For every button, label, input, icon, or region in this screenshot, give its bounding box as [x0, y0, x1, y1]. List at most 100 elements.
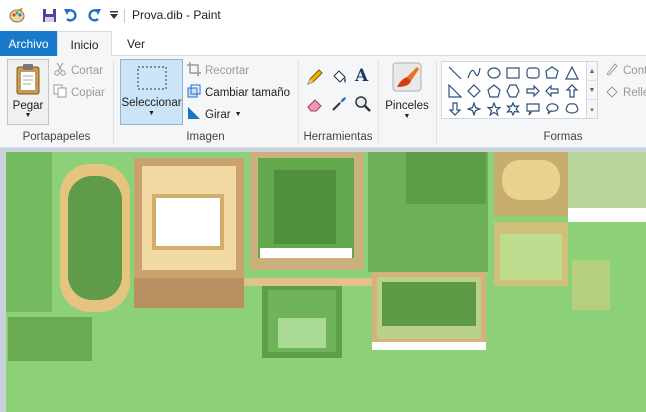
pencil-icon[interactable]	[306, 68, 324, 86]
rectangle-shape-icon[interactable]	[504, 64, 524, 82]
tab-archivo[interactable]: Archivo	[0, 31, 57, 56]
six-point-star-shape-icon[interactable]	[504, 100, 524, 118]
pixel-art-hedge-row	[8, 317, 92, 361]
polygon-shape-icon[interactable]	[543, 64, 563, 82]
drawing-canvas[interactable]	[6, 152, 646, 412]
select-button[interactable]: Seleccionar ▼	[120, 59, 183, 125]
select-label: Seleccionar	[121, 97, 182, 109]
paste-button[interactable]: Pegar ▼	[7, 59, 49, 125]
curve-shape-icon[interactable]	[465, 64, 485, 82]
rounded-rectangle-shape-icon[interactable]	[523, 64, 543, 82]
paste-label: Pegar	[12, 100, 44, 112]
copy-button[interactable]: Copiar	[53, 84, 105, 101]
pixel-art-path	[244, 278, 372, 286]
pixel-art-building-base	[134, 278, 244, 308]
clipboard-icon	[14, 63, 42, 98]
eraser-icon[interactable]	[306, 95, 324, 113]
chevron-down-icon: ▼	[24, 112, 32, 119]
shapes-grid	[445, 64, 582, 118]
chevron-down-icon: ▼	[403, 113, 411, 120]
quick-access-separator	[124, 9, 125, 23]
group-label-clipboard: Portapapeles	[22, 131, 91, 143]
pixel-art-striped-plot-inner	[500, 234, 562, 280]
rectangle-callout-shape-icon[interactable]	[523, 100, 543, 118]
left-arrow-shape-icon[interactable]	[543, 82, 563, 100]
resize-button[interactable]: Cambiar tamaño	[187, 84, 290, 101]
rotate-button[interactable]: Girar ▼	[187, 106, 242, 123]
rotate-label: Girar	[205, 108, 231, 121]
pixel-art-white-strip	[260, 248, 352, 258]
pixel-art-white-base	[372, 342, 486, 350]
resize-label: Cambiar tamaño	[205, 86, 291, 99]
up-arrow-shape-icon[interactable]	[562, 82, 582, 100]
scroll-up-icon[interactable]: ▲	[587, 62, 597, 81]
group-separator	[378, 60, 379, 144]
pixel-art-dense-garden-block	[406, 152, 486, 204]
fill-bucket-icon[interactable]	[330, 68, 348, 86]
redo-icon[interactable]	[86, 7, 102, 23]
save-icon[interactable]	[41, 7, 57, 23]
oval-callout-shape-icon[interactable]	[543, 100, 563, 118]
pixel-art-lower-court-grass	[382, 282, 476, 326]
color-picker-icon[interactable]	[330, 95, 348, 113]
four-point-star-shape-icon[interactable]	[465, 100, 485, 118]
pixel-art-corner-white	[568, 208, 646, 222]
chevron-down-icon: ▼	[234, 111, 242, 118]
pixel-art-small-plot	[572, 260, 610, 310]
brushes-label: Pinceles	[385, 100, 429, 112]
customize-dropdown-icon[interactable]	[106, 7, 122, 23]
rotate-icon	[187, 106, 201, 123]
resize-icon	[187, 84, 201, 101]
tab-inicio[interactable]: Inicio	[57, 31, 112, 57]
group-label-shapes: Formas	[543, 131, 583, 143]
selection-rect-icon	[137, 66, 167, 93]
outline-button[interactable]: Contorno	[605, 62, 646, 79]
pentagon-shape-icon[interactable]	[484, 82, 504, 100]
magnifier-icon[interactable]	[354, 95, 372, 113]
pixel-art-garden-oval-inner	[68, 176, 122, 300]
down-arrow-shape-icon[interactable]	[445, 100, 465, 118]
right-triangle-shape-icon[interactable]	[445, 82, 465, 100]
scissors-icon	[53, 62, 67, 79]
copy-icon	[53, 84, 67, 101]
crop-icon	[187, 62, 201, 79]
oval-shape-icon[interactable]	[484, 64, 504, 82]
line-shape-icon[interactable]	[445, 64, 465, 82]
triangle-shape-icon[interactable]	[562, 64, 582, 82]
hexagon-shape-icon[interactable]	[504, 82, 524, 100]
pixel-art-oval-plot-inner	[502, 160, 560, 200]
right-arrow-shape-icon[interactable]	[523, 82, 543, 100]
scroll-down-icon[interactable]: ▼	[587, 81, 597, 100]
window-title: Prova.dib - Paint	[132, 8, 221, 22]
fill-button[interactable]: Relleno	[605, 84, 646, 101]
pixel-art-building-windows	[152, 194, 224, 250]
cut-button[interactable]: Cortar	[53, 62, 103, 79]
shapes-gallery-scroll[interactable]: ▲ ▼ ▾	[587, 61, 598, 119]
brush-icon	[391, 61, 423, 96]
pixel-art-court-light	[278, 318, 326, 348]
outline-icon	[605, 62, 619, 79]
workspace	[0, 148, 646, 412]
crop-label: Recortar	[205, 64, 250, 77]
five-point-star-shape-icon[interactable]	[484, 100, 504, 118]
ribbon-home: Pegar ▼ Cortar Copiar Portapapeles Selec…	[0, 56, 646, 148]
chevron-down-icon: ▼	[148, 110, 155, 117]
paint-app-icon[interactable]	[9, 7, 25, 23]
brushes-button[interactable]: Pinceles ▼	[383, 59, 431, 125]
pixel-art-garden-left	[6, 152, 52, 312]
fill-icon	[605, 84, 619, 101]
ribbon-tabs: Archivo Inicio Ver	[0, 31, 646, 57]
tab-ver[interactable]: Ver	[116, 31, 156, 56]
expand-gallery-icon[interactable]: ▾	[587, 100, 597, 119]
cut-label: Cortar	[71, 64, 103, 77]
cloud-callout-shape-icon[interactable]	[562, 100, 582, 118]
title-bar: Prova.dib - Paint	[0, 0, 646, 31]
undo-icon[interactable]	[63, 7, 79, 23]
shapes-gallery[interactable]	[441, 61, 587, 119]
diamond-shape-icon[interactable]	[465, 82, 485, 100]
text-tool-icon[interactable]: A	[355, 66, 368, 86]
group-label-image: Imagen	[186, 131, 225, 143]
crop-button[interactable]: Recortar	[187, 62, 249, 79]
pixel-art-framed-plot-center	[274, 170, 336, 244]
group-label-tools: Herramientas	[303, 131, 373, 143]
